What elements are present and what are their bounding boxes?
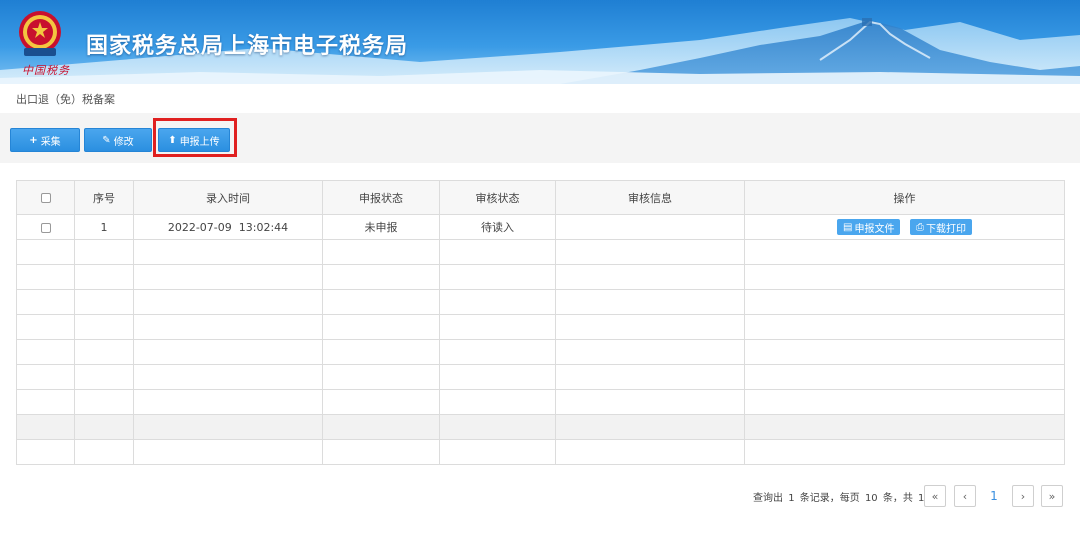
empty-row [16, 414, 1065, 440]
file-icon: ▤ [843, 221, 853, 233]
pagination-summary: 查询出 1 条记录，每页 10 条，共 1 页 [752, 489, 941, 504]
declare-file-button[interactable]: ▤ 申报文件 [837, 219, 901, 235]
pagination-prefix: 查询出 [753, 493, 783, 504]
row-declare-status: 未申报 [322, 214, 440, 240]
empty-row [16, 389, 1065, 415]
column-header-index: 序号 [74, 180, 134, 215]
breadcrumb: 出口退（免）税备案 [16, 93, 115, 106]
row-actions: ▤ 申报文件 ⎙ 下载打印 [744, 214, 1065, 240]
last-page-button[interactable]: » [1041, 485, 1063, 507]
select-all-checkbox[interactable] [40, 193, 51, 203]
declare-file-label: 申报文件 [854, 223, 895, 235]
collect-button-label: 采集 [40, 136, 61, 148]
download-print-button[interactable]: ⎙ 下载打印 [909, 219, 972, 235]
column-header-actions: 操作 [744, 180, 1065, 215]
empty-row [16, 339, 1065, 365]
prev-page-button[interactable]: ‹ [954, 485, 976, 507]
row-index: 1 [74, 214, 134, 240]
row-review-info [555, 214, 745, 240]
tax-calligraphy-logo: 中国税务 [22, 64, 70, 77]
table-row[interactable]: 1 2022-07-09 13:02:44 未申报 待读入 ▤ 申报文件 ⎙ 下… [16, 214, 1065, 240]
select-all-cell [16, 180, 75, 215]
download-print-label: 下载打印 [925, 223, 966, 235]
row-review-status: 待读入 [439, 214, 556, 240]
next-page-button[interactable]: › [1012, 485, 1034, 507]
empty-row [16, 239, 1065, 265]
modify-button-label: 修改 [113, 136, 134, 148]
pagination-count: 1 [788, 493, 795, 504]
empty-row [16, 289, 1065, 315]
column-header-entry-time: 录入时间 [133, 180, 323, 215]
edit-icon: ✎ [102, 134, 111, 146]
record-table: 序号 录入时间 申报状态 审核状态 审核信息 操作 1 2022-07-09 1… [16, 180, 1065, 465]
empty-row [16, 439, 1065, 465]
plus-icon: + [29, 134, 38, 146]
empty-row [16, 264, 1065, 290]
upload-highlight-box [153, 118, 237, 157]
column-header-review-info: 审核信息 [555, 180, 745, 215]
printer-icon: ⎙ [915, 221, 924, 233]
site-title: 国家税务总局上海市电子税务局 [86, 34, 409, 59]
pagination-middle2: 条，共 [882, 493, 913, 504]
modify-button[interactable]: ✎ 修改 [84, 128, 152, 152]
column-header-declare-status: 申报状态 [322, 180, 440, 215]
row-checkbox[interactable] [40, 222, 51, 233]
column-header-review-status: 审核状态 [439, 180, 556, 215]
site-header: 中国税务 国家税务总局上海市电子税务局 [0, 0, 1080, 84]
table-header-row: 序号 录入时间 申报状态 审核状态 审核信息 操作 [16, 180, 1065, 215]
empty-row [16, 314, 1065, 340]
collect-button[interactable]: + 采集 [10, 128, 80, 152]
first-page-button[interactable]: « [924, 485, 946, 507]
current-page-number[interactable]: 1 [985, 485, 1003, 507]
empty-row [16, 364, 1065, 390]
pagination-page-size: 10 [864, 493, 878, 504]
pagination-middle: 条记录，每页 [799, 493, 860, 504]
row-select-cell [16, 214, 75, 240]
tax-emblem-icon [19, 11, 61, 56]
row-entry-time: 2022-07-09 13:02:44 [133, 214, 323, 240]
